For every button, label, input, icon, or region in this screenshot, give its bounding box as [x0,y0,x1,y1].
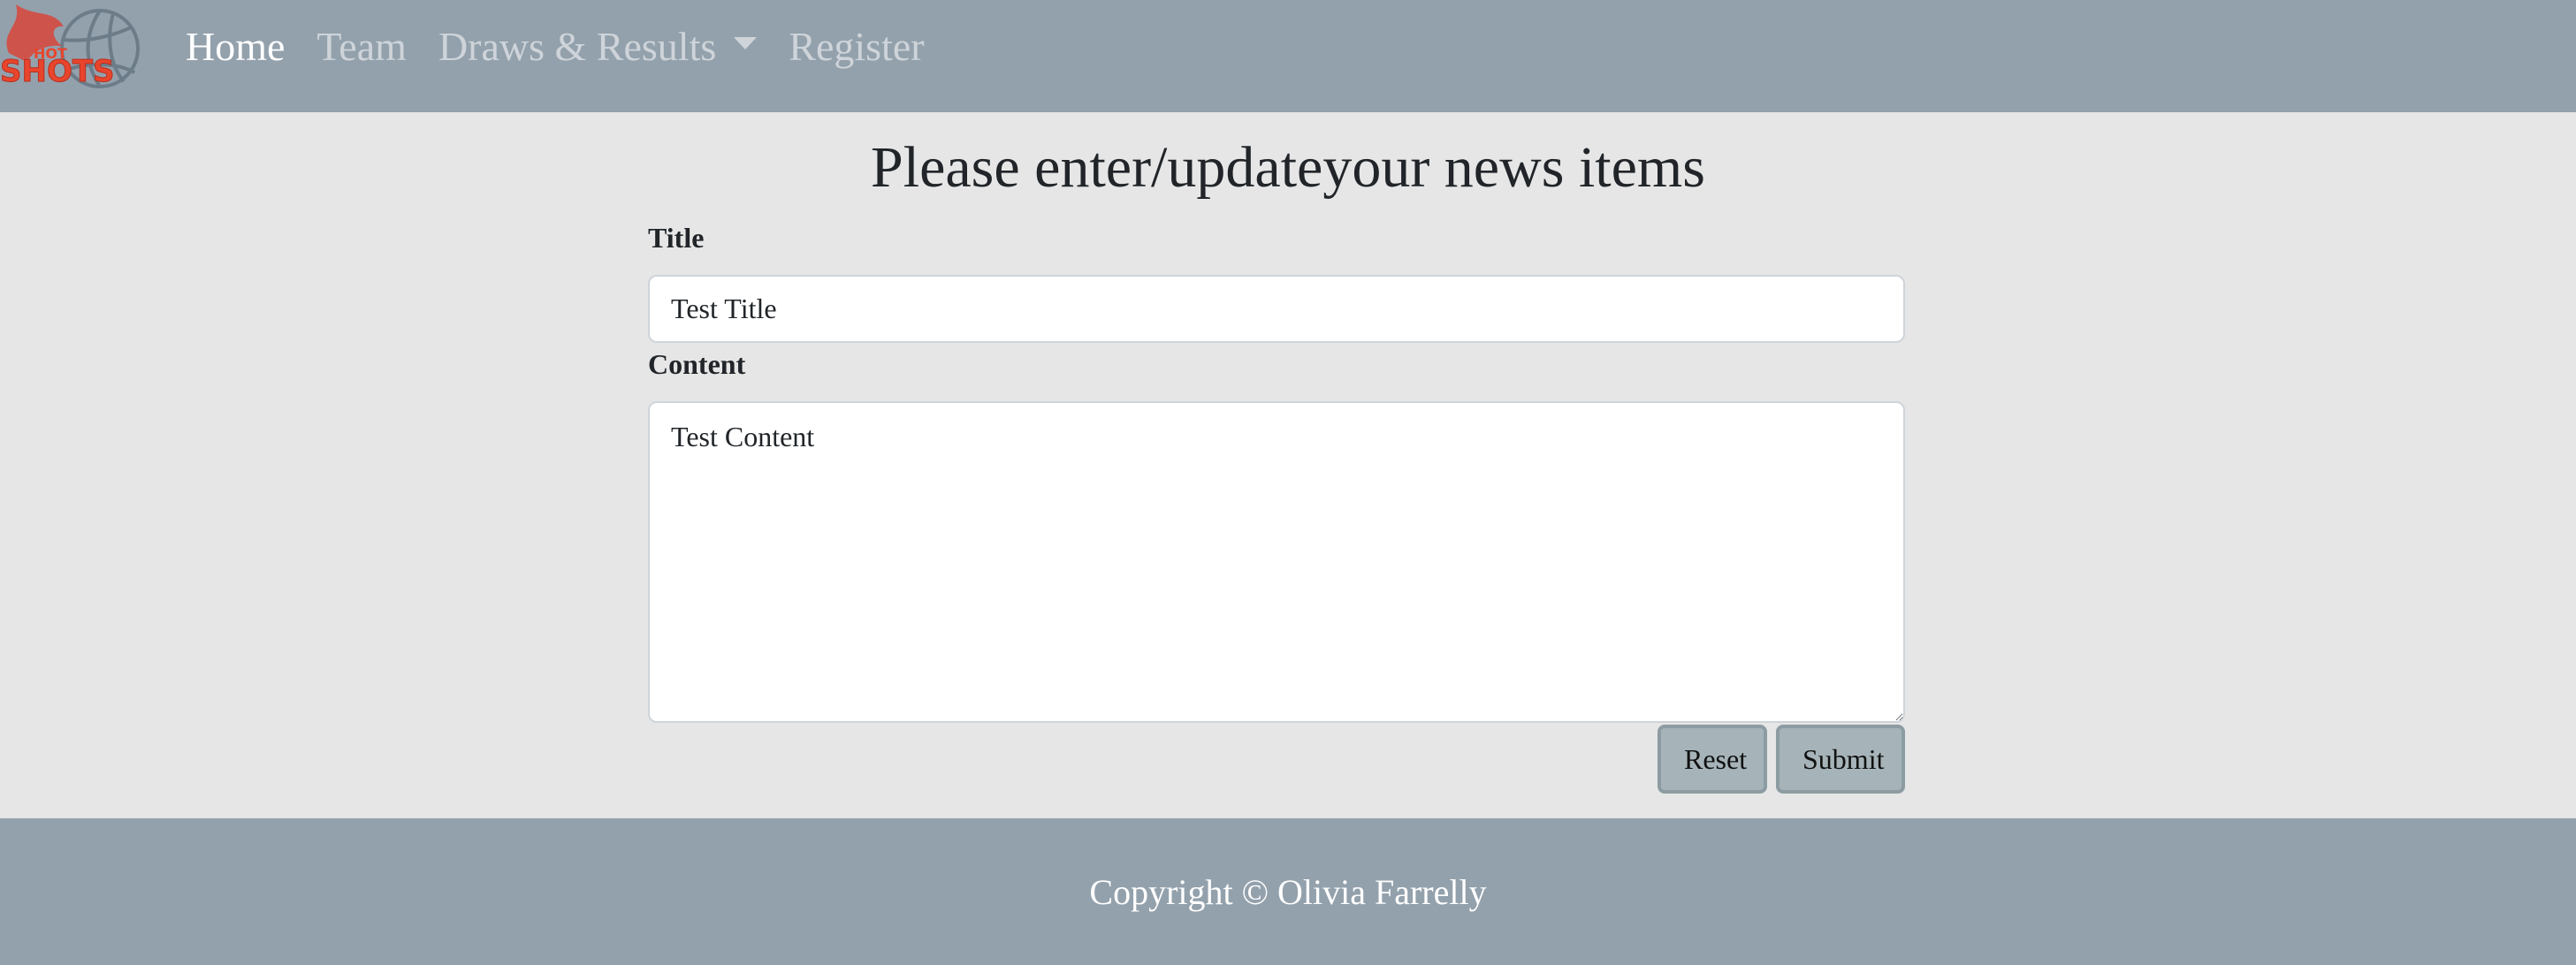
nav-draws-results-dropdown[interactable]: Draws & Results [438,23,758,70]
news-form: Title Content Test Content Reset Submit [648,217,1905,794]
page-title: Please enter/updateyour news items [871,135,1705,200]
reset-button[interactable]: Reset [1658,725,1767,794]
submit-button[interactable]: Submit [1776,725,1905,794]
content-textarea[interactable]: Test Content [648,401,1905,723]
copyright-text: Copyright © Olivia Farrelly [1089,871,1487,912]
nav-register[interactable]: Register [789,23,924,70]
nav-draws-results[interactable]: Draws & Results [438,23,716,70]
form-buttons: Reset Submit [648,725,1905,794]
title-label: Title [648,222,705,254]
nav-home[interactable]: Home [186,23,285,70]
title-input[interactable] [648,275,1905,343]
footer: Copyright © Olivia Farrelly [0,818,2576,965]
nav-team[interactable]: Team [316,23,407,70]
hot-shots-logo[interactable]: HOT SHOTS [0,0,145,97]
content-label: Content [648,348,746,380]
logo-text-large: SHOTS [0,54,115,89]
nav-links: Home Team Draws & Results Register [186,0,925,92]
caret-down-icon [734,37,758,49]
navbar: HOT SHOTS Home Team Draws & Results Regi… [0,0,2576,112]
